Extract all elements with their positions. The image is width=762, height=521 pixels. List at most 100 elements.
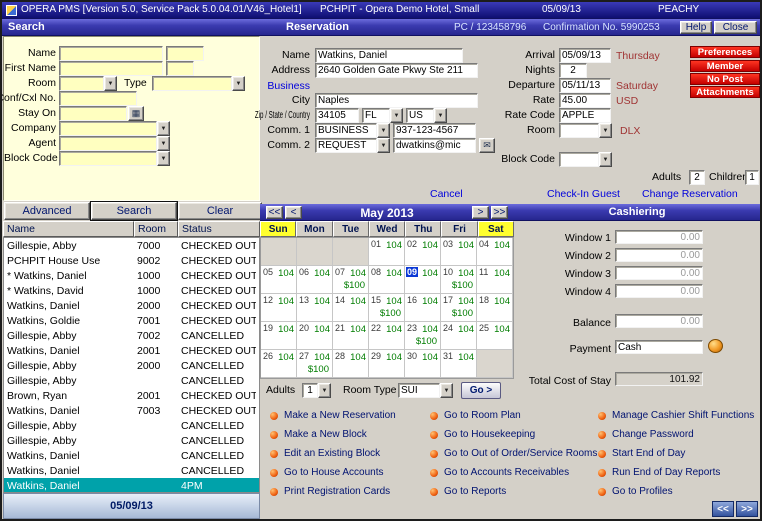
- quick-link[interactable]: Make a New Block: [270, 429, 367, 440]
- table-row[interactable]: Watkins, Goldie7001CHECKED OUT: [4, 313, 259, 328]
- block-code-dropdown-arrow-icon[interactable]: [599, 152, 612, 167]
- member-button[interactable]: Member: [690, 60, 760, 72]
- calendar-prev-month-button[interactable]: <: [285, 206, 302, 219]
- calendar-day[interactable]: 25104: [477, 322, 513, 350]
- agent-input[interactable]: [59, 136, 157, 151]
- stay-on-calendar-button[interactable]: ▦: [128, 106, 144, 121]
- calendar-day[interactable]: 02104: [405, 238, 441, 266]
- calendar-day[interactable]: 20104: [297, 322, 333, 350]
- availability-adults-input[interactable]: 1: [302, 383, 318, 398]
- block-code-search-dropdown-arrow-icon[interactable]: [157, 151, 170, 166]
- calendar-day[interactable]: 05104: [261, 266, 297, 294]
- room-search-input[interactable]: [59, 76, 104, 91]
- stay-on-input[interactable]: [59, 106, 127, 121]
- nights-input[interactable]: 2: [559, 63, 587, 78]
- availability-adults-dropdown-arrow-icon[interactable]: [318, 383, 331, 398]
- country-input[interactable]: US: [406, 108, 434, 123]
- name-search-input[interactable]: [59, 46, 163, 61]
- table-row[interactable]: Gillespie, Abby7002CANCELLED: [4, 328, 259, 343]
- close-button[interactable]: Close: [714, 21, 757, 34]
- quick-link[interactable]: Edit an Existing Block: [270, 448, 380, 459]
- table-row[interactable]: Watkins, DanielCANCELLED: [4, 463, 259, 478]
- check-in-guest-link[interactable]: Check-In Guest: [547, 188, 620, 200]
- column-header-room[interactable]: Room: [134, 221, 178, 237]
- state-input[interactable]: FL: [362, 108, 390, 123]
- calendar-day[interactable]: 28104: [333, 350, 369, 378]
- pager-next-button[interactable]: >>: [736, 501, 758, 517]
- rate-input[interactable]: 45.00: [559, 93, 611, 108]
- availability-room-type-dropdown-arrow-icon[interactable]: [440, 383, 453, 398]
- calendar-day[interactable]: 18104: [477, 294, 513, 322]
- room-search-dropdown-arrow-icon[interactable]: [104, 76, 117, 91]
- calendar-day[interactable]: 17104$100: [441, 294, 477, 322]
- room-type-search-input[interactable]: [152, 76, 232, 91]
- quick-link[interactable]: Go to Room Plan: [430, 410, 521, 421]
- agent-dropdown-arrow-icon[interactable]: [157, 136, 170, 151]
- cancel-link[interactable]: Cancel: [430, 188, 463, 200]
- country-dropdown-arrow-icon[interactable]: [434, 108, 447, 123]
- calendar-day[interactable]: 31104: [441, 350, 477, 378]
- go-button[interactable]: Go >: [461, 382, 501, 399]
- departure-input[interactable]: 05/11/13: [559, 78, 611, 93]
- room-type-search-dropdown-arrow-icon[interactable]: [232, 76, 245, 91]
- calendar-day[interactable]: 22104: [369, 322, 405, 350]
- calendar-day[interactable]: 13104: [297, 294, 333, 322]
- calendar-day[interactable]: 07104$100: [333, 266, 369, 294]
- first-name-input[interactable]: [59, 61, 163, 76]
- quick-link[interactable]: Start End of Day: [598, 448, 685, 459]
- advanced-button[interactable]: Advanced: [4, 202, 90, 220]
- room-dropdown-arrow-icon[interactable]: [599, 123, 612, 138]
- quick-link[interactable]: Go to Housekeeping: [430, 429, 535, 440]
- address-input[interactable]: 2640 Golden Gate Pkwy Ste 211: [315, 63, 478, 78]
- company-dropdown-arrow-icon[interactable]: [157, 121, 170, 136]
- calendar-day[interactable]: 12104: [261, 294, 297, 322]
- calendar-next-month-button[interactable]: >: [472, 206, 489, 219]
- payment-input[interactable]: Cash: [615, 340, 703, 354]
- quick-link[interactable]: Go to Accounts Receivables: [430, 467, 569, 478]
- calendar-day[interactable]: 30104: [405, 350, 441, 378]
- quick-link[interactable]: Manage Cashier Shift Functions: [598, 410, 754, 421]
- business-link[interactable]: Business: [250, 80, 310, 92]
- calendar-day[interactable]: 10104$100: [441, 266, 477, 294]
- calendar-day[interactable]: 16104: [405, 294, 441, 322]
- children-input[interactable]: 1: [745, 170, 759, 185]
- pager-prev-button[interactable]: <<: [712, 501, 734, 517]
- table-row[interactable]: Gillespie, Abby7000CHECKED OUT: [4, 238, 259, 253]
- calendar-day[interactable]: 21104: [333, 322, 369, 350]
- search-button[interactable]: Search: [91, 202, 177, 220]
- quick-link[interactable]: Print Registration Cards: [270, 486, 390, 497]
- state-dropdown-arrow-icon[interactable]: [390, 108, 403, 123]
- attachments-button[interactable]: Attachments: [690, 86, 760, 98]
- rate-code-input[interactable]: APPLE: [559, 108, 611, 123]
- availability-room-type-input[interactable]: SUI: [398, 383, 440, 398]
- comm1-value-input[interactable]: 937-123-4567: [393, 123, 476, 138]
- table-row[interactable]: Watkins, Daniel4PM: [4, 478, 259, 493]
- payment-money-icon[interactable]: [708, 339, 723, 353]
- calendar-day[interactable]: 26104: [261, 350, 297, 378]
- table-row[interactable]: Gillespie, AbbyCANCELLED: [4, 418, 259, 433]
- calendar-day[interactable]: 04104: [477, 238, 513, 266]
- guest-name-input[interactable]: Watkins, Daniel: [315, 48, 463, 63]
- quick-link[interactable]: Make a New Reservation: [270, 410, 396, 421]
- calendar-day[interactable]: 23104$100: [405, 322, 441, 350]
- help-button[interactable]: Help: [680, 21, 712, 34]
- table-row[interactable]: Brown, Ryan2001CHECKED OUT: [4, 388, 259, 403]
- calendar-prev-year-button[interactable]: <<: [266, 206, 283, 219]
- no-post-button[interactable]: No Post: [690, 73, 760, 85]
- comm1-type-dropdown-arrow-icon[interactable]: [377, 123, 390, 138]
- table-row[interactable]: Watkins, Daniel2001CHECKED OUT: [4, 343, 259, 358]
- quick-link[interactable]: Run End of Day Reports: [598, 467, 720, 478]
- comm1-type-input[interactable]: BUSINESS: [315, 123, 377, 138]
- table-row[interactable]: Watkins, DanielCANCELLED: [4, 448, 259, 463]
- table-row[interactable]: * Watkins, David1000CHECKED OUT: [4, 283, 259, 298]
- calendar-day[interactable]: 29104: [369, 350, 405, 378]
- column-header-name[interactable]: Name: [3, 221, 134, 237]
- table-row[interactable]: * Watkins, Daniel1000CHECKED OUT: [4, 268, 259, 283]
- block-code-input[interactable]: [559, 152, 599, 167]
- quick-link[interactable]: Go to House Accounts: [270, 467, 384, 478]
- calendar-day[interactable]: 06104: [297, 266, 333, 294]
- calendar-day[interactable]: 01104: [369, 238, 405, 266]
- table-row[interactable]: PCHPIT House Use9002CHECKED OUT: [4, 253, 259, 268]
- zip-input[interactable]: 34105: [315, 108, 359, 123]
- first-name-suffix-input[interactable]: [166, 61, 194, 76]
